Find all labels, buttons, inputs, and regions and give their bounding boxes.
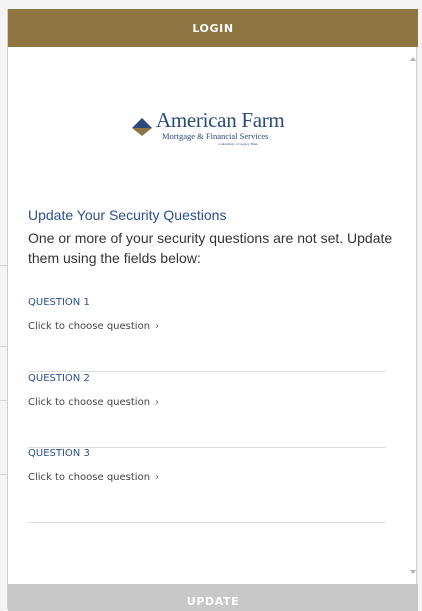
logo-tagline: Mortgage & Financial Services: [162, 131, 269, 141]
chevron-right-icon: ›: [155, 472, 160, 483]
diamond-logo-icon: [132, 118, 152, 136]
page-title: Update Your Security Questions: [28, 207, 227, 223]
question-1-label: QUESTION 1: [28, 297, 90, 308]
security-questions-modal: LOGIN American Farm Mortgage & Financial…: [7, 9, 418, 611]
logo-name: American Farm: [156, 108, 285, 132]
logo-subsidiary: a subsidiary of Legacy Bank: [218, 142, 259, 146]
question-3-placeholder: Click to choose question: [28, 472, 151, 483]
question-2-selector[interactable]: Click to choose question ›: [28, 397, 159, 408]
question-2-placeholder: Click to choose question: [28, 397, 151, 408]
question-3-section: QUESTION 3 Click to choose question ›: [28, 448, 386, 523]
question-2-label: QUESTION 2: [28, 373, 90, 384]
page-description: One or more of your security questions a…: [28, 230, 393, 266]
update-button[interactable]: UPDATE: [8, 584, 418, 611]
american-farm-logo: American Farm Mortgage & Financial Servi…: [126, 104, 291, 150]
chevron-right-icon: ›: [155, 397, 160, 408]
scroll-up-arrow-icon[interactable]: [410, 57, 416, 61]
question-1-section: QUESTION 1 Click to choose question ›: [28, 297, 386, 372]
update-button-label: UPDATE: [186, 595, 240, 608]
question-1-placeholder: Click to choose question: [28, 321, 151, 332]
scroll-down-arrow-icon[interactable]: [410, 570, 416, 574]
scrollbar[interactable]: [408, 47, 418, 584]
question-3-label: QUESTION 3: [28, 448, 90, 459]
modal-title: LOGIN: [192, 21, 234, 35]
question-1-selector[interactable]: Click to choose question ›: [28, 321, 159, 332]
question-2-section: QUESTION 2 Click to choose question ›: [28, 373, 386, 448]
chevron-right-icon: ›: [155, 321, 160, 332]
modal-header: LOGIN: [8, 9, 418, 47]
question-3-selector[interactable]: Click to choose question ›: [28, 472, 159, 483]
modal-body[interactable]: American Farm Mortgage & Financial Servi…: [8, 47, 418, 584]
